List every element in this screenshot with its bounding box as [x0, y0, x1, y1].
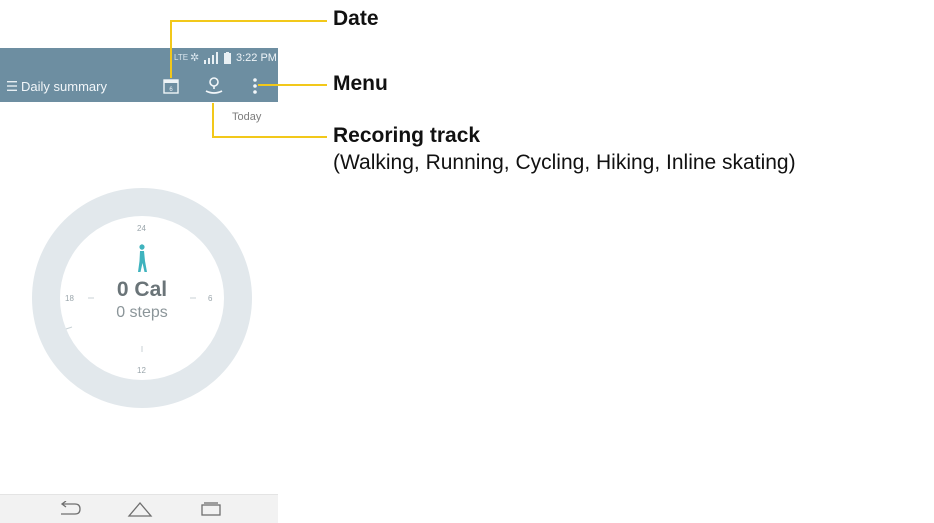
callout-date: Date [333, 7, 379, 30]
callout-menu: Menu [333, 72, 388, 95]
callout-recording-track: Recoring track [333, 124, 481, 147]
callout-lines [170, 20, 327, 138]
callout-recording-track-detail: (Walking, Running, Cycling, Hiking, Inli… [333, 151, 796, 174]
screenshot-canvas: LTE ✲ 3:22 PM Daily summary 6 Today 24 6… [0, 0, 934, 523]
